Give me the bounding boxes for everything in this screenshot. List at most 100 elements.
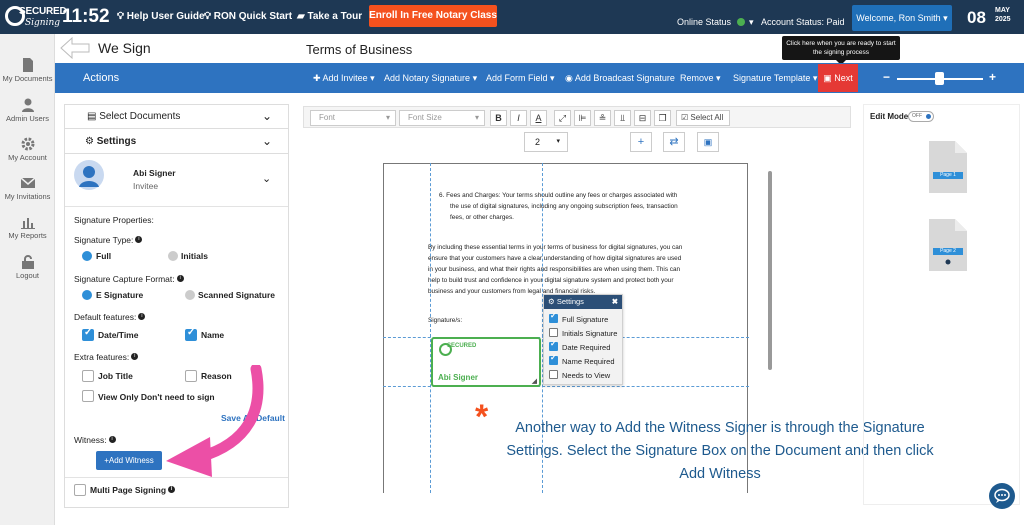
default-features-label: Default features: i [74,312,146,322]
signature-settings-popup: ⚙ Settings✖ Full Signature Initials Sign… [543,294,623,385]
back-arrow-icon[interactable] [60,37,90,59]
signature-type-label: Signature Type: i [74,235,143,245]
bold-icon[interactable]: B [490,110,507,126]
chat-icon [994,488,1010,503]
resize-handle-icon[interactable]: ◢ [532,377,537,385]
align-icon[interactable]: ⊫ [574,110,591,126]
multi-page-signing-label: Multi Page Signing i [90,485,176,495]
info-icon: i [176,275,184,282]
status-dot-icon [737,18,746,26]
witness-label: Witness: i [74,435,116,445]
sidebar-item-my-reports[interactable]: My Reports [0,215,55,240]
zoom-slider-handle[interactable] [935,72,944,85]
popup-needs-to-view[interactable]: Needs to View [549,370,610,380]
font-select[interactable]: Font ▾ [310,110,396,126]
distribute-icon[interactable]: ≗ [594,110,611,126]
envelope-icon [20,177,35,188]
doc-line: ensure that your customers have a clear … [428,255,682,262]
align-center-icon[interactable]: ⊟ [634,110,651,126]
page-thumbnail-label: Page 1 [940,172,956,178]
actions-label: Actions [83,72,120,84]
signature-logo-text: SECURED [447,343,477,349]
edit-mode-toggle[interactable]: OFF [908,111,934,122]
sidebar-item-my-documents[interactable]: My Documents [0,58,55,83]
avatar [74,160,104,190]
text-color-icon[interactable]: A [530,110,547,126]
feature-name-checkbox[interactable] [185,327,197,341]
signature-name: Abi Signer [438,373,479,382]
gear-icon: ⚙ [548,297,557,306]
app-logo[interactable]: SECURED Signing [3,3,67,31]
format-scanned-radio[interactable] [185,290,195,300]
type-initials-label: Initials [181,251,208,261]
page-select[interactable]: 2 ▾ [524,132,568,152]
account-status: Account Status: Paid [761,17,845,27]
add-page-icon[interactable]: + [630,132,652,152]
broadcast-icon: ◉ [565,73,575,83]
guide-line [430,163,431,493]
type-full-radio[interactable] [82,251,92,261]
user-menu-button[interactable]: Welcome, Ron Smith ▾ [852,5,952,31]
font-size-select[interactable]: Font Size ▾ [399,110,485,126]
type-full-label: Full [96,251,112,261]
chat-button[interactable] [989,483,1015,509]
capture-format-label: Signature Capture Format: i [74,274,184,284]
format-e-signature-radio[interactable] [82,290,92,300]
signature-template-menu[interactable]: Signature Template ▾ [733,73,817,84]
doc-line: help to build trust and confidence in yo… [428,277,674,284]
zoom-out-icon[interactable]: − [883,70,890,84]
page-thumbnail-2[interactable]: Page 2 [927,218,969,272]
date-day: 08 [967,8,986,27]
align-bottom-icon[interactable]: ⫫ [614,110,631,126]
info-icon: i [131,353,139,360]
ron-quick-start-link[interactable]: 💡︎ RON Quick Start [204,11,292,22]
add-witness-button[interactable]: +Add Witness [96,451,162,470]
sidebar-item-logout[interactable]: Logout [0,255,55,280]
popup-date-required[interactable]: Date Required [549,339,610,352]
bulb-icon: 💡︎ [204,11,214,22]
remove-menu[interactable]: Remove ▾ [680,73,721,84]
sidebar-item-admin-users[interactable]: Admin Users [0,98,55,123]
add-form-field-menu[interactable]: Add Form Field ▾ [486,73,555,84]
bulb-icon: 💡︎ [117,11,127,22]
user-icon [21,98,34,112]
extra-jobtitle-checkbox[interactable] [82,370,94,382]
feature-datetime-checkbox[interactable] [82,327,94,341]
type-initials-radio[interactable] [168,251,178,261]
copy-icon[interactable]: ❐ [654,110,671,126]
select-all-button[interactable]: ☑ Select All [676,110,730,126]
add-invitee-menu[interactable]: ✚ Add Invitee ▾ [313,73,375,84]
select-documents-header[interactable]: ▤ Select Documents ⌄ [65,105,288,129]
sidebar-item-my-invitations[interactable]: My Invitations [0,176,55,201]
document-scrollbar[interactable] [768,171,772,370]
popup-name-required[interactable]: Name Required [549,353,615,366]
italic-icon[interactable]: I [510,110,527,126]
next-button[interactable]: ▣ Next [818,64,858,92]
page-thumbnail-1[interactable]: Page 1 [927,140,969,194]
online-status[interactable]: Online Status ▾ [677,17,754,28]
add-broadcast-signature-button[interactable]: ◉ Add Broadcast Signature [565,73,675,84]
close-icon[interactable]: ✖ [612,295,618,309]
signer-chevron-icon[interactable]: ⌄ [262,172,271,185]
chevron-down-icon: ▾ [943,13,948,23]
enroll-notary-class-button[interactable]: Enroll In Free Notary Class [369,5,497,27]
signatures-label: Signature/s: [428,317,463,324]
settings-header[interactable]: ⚙ Settings ⌄ [65,130,288,154]
add-notary-signature-menu[interactable]: Add Notary Signature ▾ [384,73,477,84]
popup-initials-signature[interactable]: Initials Signature [549,328,617,338]
doc-line: the use of digital signatures, including… [450,203,678,210]
resize-icon[interactable]: ⤢ [554,110,571,126]
clock: 11:52 [62,6,110,27]
take-a-tour-link[interactable]: ▰ Take a Tour [297,11,362,22]
multi-page-signing-checkbox[interactable] [74,484,86,496]
save-icon[interactable]: ▣ [697,132,719,152]
help-user-guide-link[interactable]: 💡︎ Help User Guide [117,11,205,22]
reorder-icon[interactable]: ⇄ [663,132,685,152]
signature-box[interactable]: SECURED Abi Signer ◢ [431,337,541,387]
zoom-in-icon[interactable]: + [989,70,996,84]
gears-icon: ⚙ [85,136,97,147]
sidebar-item-my-account[interactable]: My Account [0,137,55,162]
extra-viewonly-checkbox[interactable] [82,390,94,402]
format-scanned-label: Scanned Signature [198,290,275,300]
popup-full-signature[interactable]: Full Signature [549,311,608,324]
